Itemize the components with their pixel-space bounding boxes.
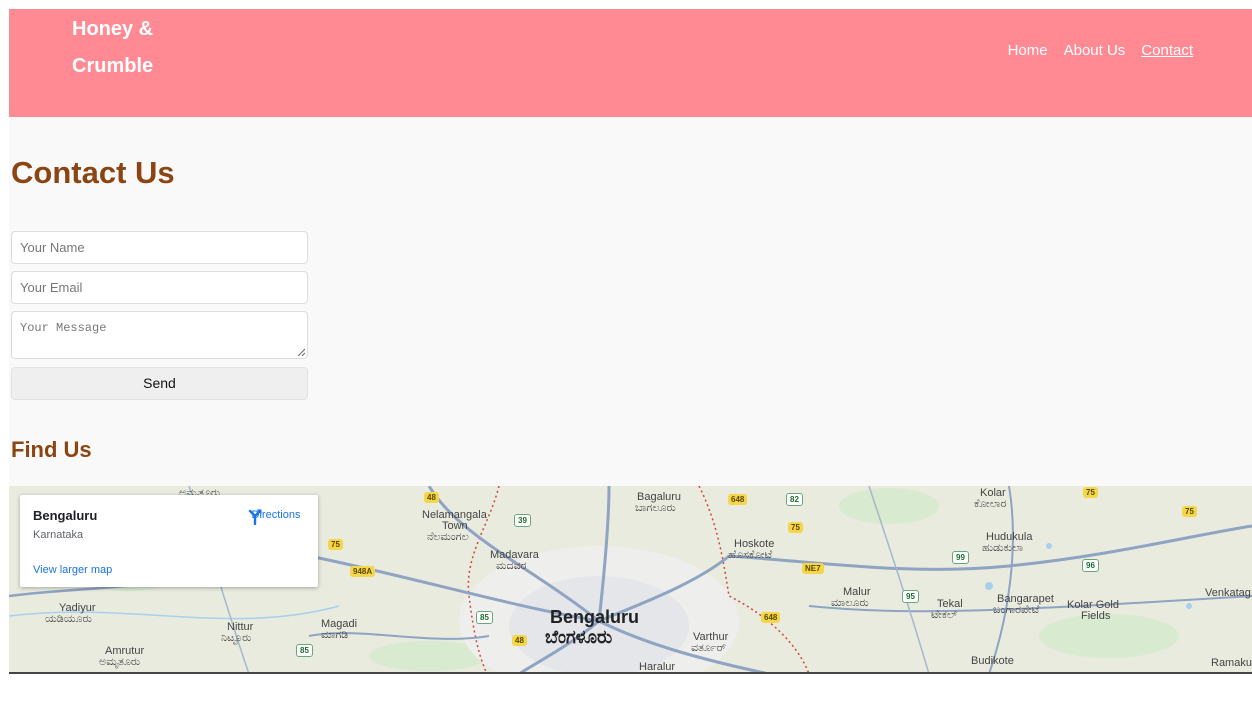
map-label-yadiyur-kn: ಯಡಿಯೂರು <box>45 613 92 625</box>
brand-logo[interactable]: Honey & Crumble <box>72 11 212 85</box>
highway-shield-75-east: 75 <box>1182 506 1197 517</box>
resize-grip-icon[interactable] <box>297 348 305 356</box>
map-label-hudukula-kn: ಹುಡುಕುಲಾ <box>982 542 1024 554</box>
map-info-card: Bengaluru Karnataka View larger map Dire… <box>20 495 318 587</box>
message-placeholder: Your Message <box>20 321 107 335</box>
highway-shield-648-south: 648 <box>761 612 781 623</box>
nav-home[interactable]: Home <box>1008 42 1048 59</box>
map-label-fields: Fields <box>1081 610 1111 622</box>
page-title: Contact Us <box>11 155 175 190</box>
highway-shield-948a: 948A <box>350 566 376 577</box>
map-label-bengaluru: Bengaluru <box>550 607 640 627</box>
map-label-amrutur-kn: ಅಮೃತೂರು <box>99 656 141 668</box>
map-label-ramaku: Ramaku <box>1211 657 1252 669</box>
highway-shield-48: 48 <box>424 492 439 503</box>
map-label-kolar-kn: ಕೋಲಾರ <box>974 498 1007 510</box>
main-nav: Home About Us Contact <box>1008 42 1193 59</box>
name-input[interactable]: Your Name <box>11 231 308 264</box>
site-header: Honey & Crumble Home About Us Contact <box>9 9 1252 117</box>
nav-contact[interactable]: Contact <box>1141 42 1193 59</box>
map-label-venkatag: Venkatag <box>1205 587 1251 599</box>
map-label-nelamangala-kn: ನೆಲಮಂಗಲ <box>427 531 469 543</box>
directions-icon <box>248 509 262 525</box>
nav-about-us[interactable]: About Us <box>1064 42 1126 59</box>
brand-line-2: Crumble <box>72 55 154 77</box>
highway-shield-96: 96 <box>1082 559 1099 572</box>
map-label-malur-kn: ಮಾಲೂರು <box>831 597 869 609</box>
map-label-budikote: Budikote <box>971 655 1014 667</box>
email-placeholder: Your Email <box>20 280 83 295</box>
highway-shield-75-west: 75 <box>328 539 343 550</box>
highway-shield-48-south: 48 <box>512 635 527 646</box>
brand-line-1: Honey & <box>72 18 154 40</box>
directions-button[interactable]: Directions <box>246 507 306 525</box>
message-textarea[interactable]: Your Message <box>11 311 308 359</box>
highway-shield-99: 99 <box>952 551 969 564</box>
highway-shield-85-west: 85 <box>296 644 313 657</box>
map-label-nittur-kn: ನಿಟ್ಟೂರು <box>221 632 252 644</box>
view-larger-map-link[interactable]: View larger map <box>33 564 112 576</box>
map-label-tekal-kn: ಟೇಕಲ್ <box>931 609 958 621</box>
highway-shield-85: 85 <box>476 611 493 624</box>
email-input[interactable]: Your Email <box>11 271 308 304</box>
map-label-bangarapet-kn: ಬಂಗಾರಪೇಟೆ <box>993 604 1040 616</box>
map-label-madavara-kn: ಮದವರ <box>496 560 527 572</box>
highway-shield-95: 95 <box>902 590 919 603</box>
highway-shield-ne7: NE7 <box>802 563 824 574</box>
find-us-heading: Find Us <box>11 437 92 462</box>
highway-shield-648: 648 <box>728 494 748 505</box>
map-embed[interactable]: ಅಮೃತೂರು Bagaluru ಬಾಗಲೂರು Nelamangala Tow… <box>9 486 1252 674</box>
highway-shield-75-kolar: 75 <box>1083 487 1098 498</box>
map-label-bagaluru-kn: ಬಾಗಲೂರು <box>635 502 676 514</box>
name-placeholder: Your Name <box>20 240 85 255</box>
map-place-subtitle: Karnataka <box>33 529 84 541</box>
page-frame: Honey & Crumble Home About Us Contact Co… <box>9 9 1252 674</box>
highway-shield-39: 39 <box>514 514 531 527</box>
map-label-bengaluru-kn: ಬೆಂಗಳೂರು <box>545 627 613 647</box>
highway-shield-75: 75 <box>788 522 803 533</box>
map-label-magadi-kn: ಮಾಗಡಿ <box>321 629 349 641</box>
map-place-title: Bengaluru <box>33 508 98 523</box>
map-label-haralur: Haralur <box>639 661 676 673</box>
map-label-varthur-kn: ವರ್ತೂರ್ <box>691 642 726 654</box>
map-label-hoskote-kn: ಹೊಸಕೋಟೆ <box>728 549 773 561</box>
send-button[interactable]: Send <box>11 367 308 400</box>
highway-shield-82: 82 <box>786 493 803 506</box>
